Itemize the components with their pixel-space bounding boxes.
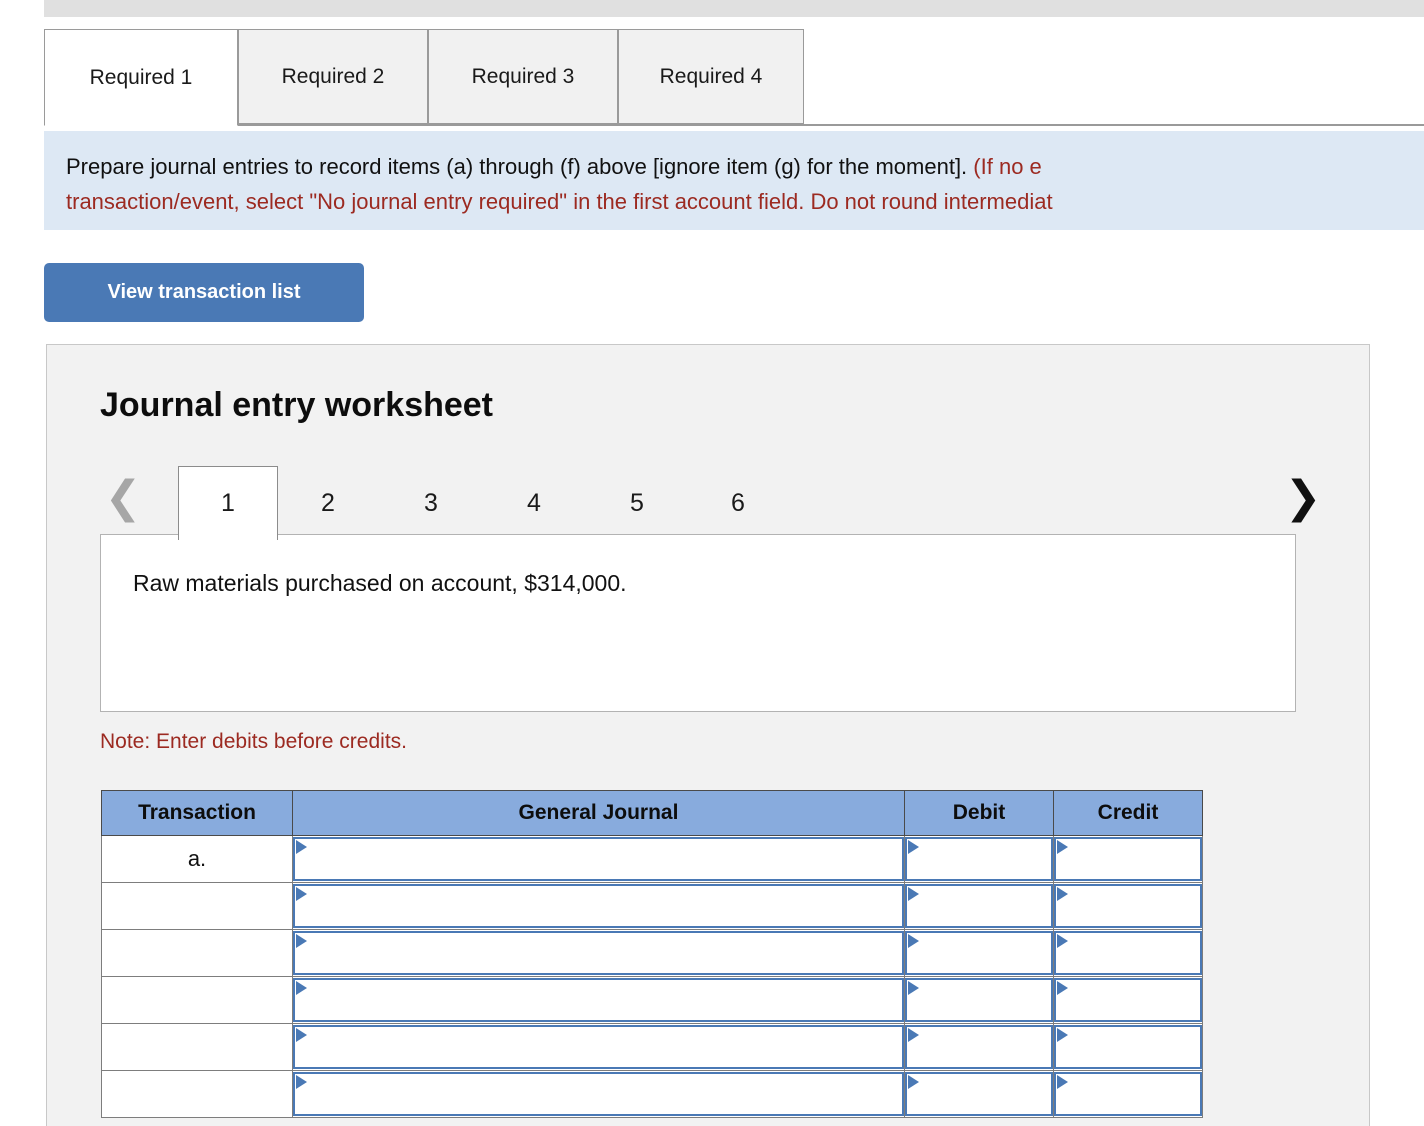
table-row xyxy=(101,1070,1203,1118)
journal-entry-table: Transaction General Journal Debit Credit… xyxy=(101,790,1203,1118)
general-journal-select-input[interactable] xyxy=(293,978,904,1022)
worksheet-tab-4[interactable]: 4 xyxy=(484,466,584,540)
worksheet-tab-label: 2 xyxy=(321,488,335,517)
credit-cell[interactable] xyxy=(1053,882,1203,930)
debit-cell[interactable] xyxy=(904,1023,1054,1071)
credit-select-input[interactable] xyxy=(1054,978,1202,1022)
general-journal-select-input[interactable] xyxy=(293,837,904,881)
debit-select-input[interactable] xyxy=(905,837,1053,881)
worksheet-tab-1[interactable]: 1 xyxy=(178,466,278,540)
general-journal-cell[interactable] xyxy=(292,835,905,883)
credit-cell[interactable] xyxy=(1053,1023,1203,1071)
column-header-debit: Debit xyxy=(904,790,1054,836)
worksheet-tab-5[interactable]: 5 xyxy=(587,466,687,540)
transaction-label-cell xyxy=(101,1070,293,1118)
general-journal-select-input[interactable] xyxy=(293,1025,904,1069)
transaction-label-cell: a. xyxy=(101,835,293,883)
page-root: Required 1 Required 2 Required 3 Required 4… xyxy=(0,0,1424,1126)
instruction-line-1-red: (If no e xyxy=(973,154,1042,179)
credit-select-input[interactable] xyxy=(1054,1072,1202,1116)
instruction-line-1: Prepare journal entries to record items … xyxy=(66,149,1424,184)
column-header-transaction: Transaction xyxy=(101,790,293,836)
table-row xyxy=(101,882,1203,930)
credit-cell[interactable] xyxy=(1053,835,1203,883)
chevron-left-icon[interactable]: ❮ xyxy=(100,472,146,524)
required-tab-label: Required 4 xyxy=(659,64,763,88)
view-transaction-list-button[interactable]: View transaction list xyxy=(44,263,364,322)
table-row xyxy=(101,929,1203,977)
worksheet-tab-3[interactable]: 3 xyxy=(381,466,481,540)
table-row xyxy=(101,976,1203,1024)
debit-select-input[interactable] xyxy=(905,931,1053,975)
debit-select-input[interactable] xyxy=(905,978,1053,1022)
transaction-label-cell xyxy=(101,929,293,977)
credit-select-input[interactable] xyxy=(1054,837,1202,881)
credit-cell[interactable] xyxy=(1053,1070,1203,1118)
debit-cell[interactable] xyxy=(904,835,1054,883)
required-tab-label: Required 2 xyxy=(281,64,385,88)
general-journal-cell[interactable] xyxy=(292,976,905,1024)
general-journal-cell[interactable] xyxy=(292,1023,905,1071)
transaction-label-cell xyxy=(101,1023,293,1071)
chevron-right-icon[interactable]: ❯ xyxy=(1280,472,1326,524)
worksheet-tab-label: 3 xyxy=(424,488,438,517)
column-header-credit: Credit xyxy=(1053,790,1203,836)
table-row xyxy=(101,1023,1203,1071)
worksheet-title: Journal entry worksheet xyxy=(100,386,494,424)
credit-cell[interactable] xyxy=(1053,929,1203,977)
transaction-description-box: Raw materials purchased on account, $314… xyxy=(100,535,1296,712)
required-tab-3[interactable]: Required 3 xyxy=(428,29,618,124)
debit-cell[interactable] xyxy=(904,882,1054,930)
instruction-line-1-black: Prepare journal entries to record items … xyxy=(66,154,974,179)
top-strip xyxy=(44,0,1424,17)
debit-select-input[interactable] xyxy=(905,884,1053,928)
instruction-banner: Prepare journal entries to record items … xyxy=(44,131,1424,230)
debit-select-input[interactable] xyxy=(905,1025,1053,1069)
worksheet-tab-label: 1 xyxy=(221,489,235,517)
column-header-general-journal: General Journal xyxy=(292,790,905,836)
transaction-label-cell xyxy=(101,882,293,930)
general-journal-cell[interactable] xyxy=(292,882,905,930)
debit-cell[interactable] xyxy=(904,1070,1054,1118)
credit-select-input[interactable] xyxy=(1054,884,1202,928)
general-journal-select-input[interactable] xyxy=(293,1072,904,1116)
transaction-label-cell xyxy=(101,976,293,1024)
required-tab-bar: Required 1 Required 2 Required 3 Required 4 xyxy=(44,29,1424,128)
credit-select-input[interactable] xyxy=(1054,931,1202,975)
credit-select-input[interactable] xyxy=(1054,1025,1202,1069)
table-header-row: Transaction General Journal Debit Credit xyxy=(101,790,1203,836)
debit-cell[interactable] xyxy=(904,976,1054,1024)
required-tab-4[interactable]: Required 4 xyxy=(618,29,804,124)
general-journal-cell[interactable] xyxy=(292,1070,905,1118)
transaction-description-text: Raw materials purchased on account, $314… xyxy=(133,570,627,596)
general-journal-cell[interactable] xyxy=(292,929,905,977)
worksheet-tab-6[interactable]: 6 xyxy=(688,466,788,540)
instruction-line-2: transaction/event, select "No journal en… xyxy=(66,189,1053,214)
worksheet-tab-bar: ❮ ❯ 1 2 3 4 5 6 xyxy=(100,460,1370,540)
required-tab-2[interactable]: Required 2 xyxy=(238,29,428,124)
debits-before-credits-note: Note: Enter debits before credits. xyxy=(100,730,407,753)
required-tab-label: Required 3 xyxy=(471,64,575,88)
worksheet-tab-label: 6 xyxy=(731,488,745,517)
credit-cell[interactable] xyxy=(1053,976,1203,1024)
table-row: a. xyxy=(101,835,1203,883)
worksheet-tab-label: 4 xyxy=(527,488,541,517)
required-tab-underline xyxy=(44,124,1424,126)
required-tab-label: Required 1 xyxy=(89,65,193,89)
general-journal-select-input[interactable] xyxy=(293,931,904,975)
required-tab-1[interactable]: Required 1 xyxy=(44,29,238,126)
debit-cell[interactable] xyxy=(904,929,1054,977)
general-journal-select-input[interactable] xyxy=(293,884,904,928)
debit-select-input[interactable] xyxy=(905,1072,1053,1116)
worksheet-tab-2[interactable]: 2 xyxy=(278,466,378,540)
worksheet-tab-label: 5 xyxy=(630,488,644,517)
